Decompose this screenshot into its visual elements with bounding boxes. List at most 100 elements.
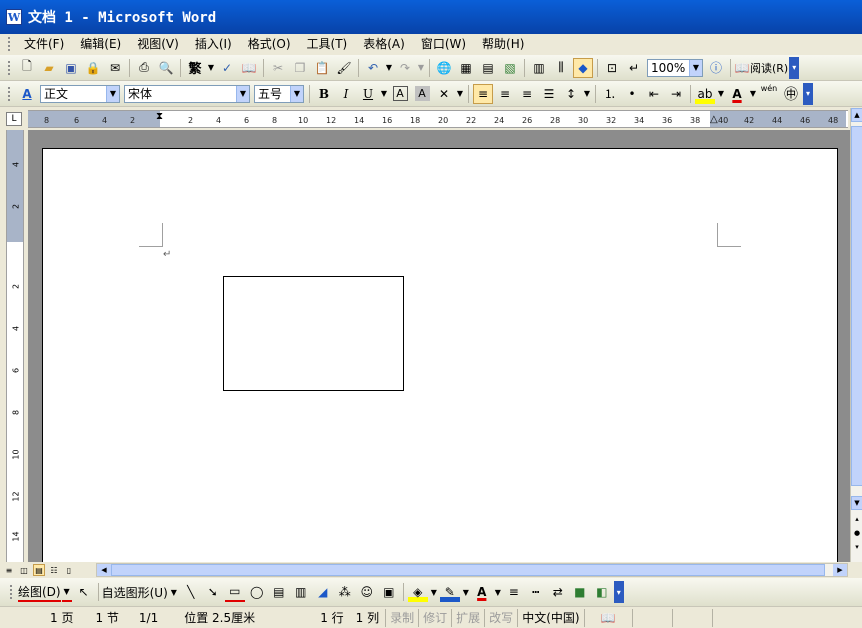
word-doc-icon[interactable]: W (6, 9, 22, 25)
char-scale-icon[interactable]: ✕ (434, 84, 454, 104)
insert-excel-icon[interactable]: ▧ (500, 58, 520, 78)
scroll-up-icon[interactable]: ▲ (851, 108, 862, 122)
decrease-indent-icon[interactable]: ⇤ (644, 84, 664, 104)
chevron-down-icon[interactable]: ▼ (583, 84, 591, 104)
chevron-down-icon[interactable]: ▼ (290, 85, 303, 102)
autoshapes-menu-button[interactable]: 自选图形(U) (102, 584, 168, 601)
indent-marker-icon[interactable]: ⧗ (156, 111, 163, 122)
columns-icon[interactable]: ▥ (529, 58, 549, 78)
line-icon[interactable]: ╲ (181, 582, 201, 602)
show-hide-marks-icon[interactable]: ↵ (624, 58, 644, 78)
normal-view-icon[interactable]: ≡ (3, 564, 15, 576)
insert-picture-icon[interactable]: ▣ (379, 582, 399, 602)
rectangle-shape[interactable] (223, 276, 404, 391)
draw-menu-button[interactable]: 绘图(D) (18, 583, 61, 602)
status-rec[interactable]: 录制 (385, 608, 418, 627)
new-document-icon[interactable]: 🗋 (17, 58, 37, 78)
font-color-drawing-button[interactable]: A (472, 582, 492, 602)
grip-handle[interactable] (8, 86, 12, 101)
reading-view-icon[interactable]: ▯ (63, 564, 75, 576)
save-icon[interactable]: ▣ (61, 58, 81, 78)
font-select[interactable]: 宋体 ▼ (124, 84, 250, 103)
trad-chinese-button[interactable]: 繁 (185, 58, 205, 78)
vertical-text-box-icon[interactable]: ▥ (291, 582, 311, 602)
line-style-icon[interactable]: ≡ (504, 582, 524, 602)
font-size-select[interactable]: 五号 ▼ (254, 84, 304, 103)
print-preview-icon[interactable]: 🔍 (156, 58, 176, 78)
font-color-button[interactable]: A (727, 84, 747, 104)
web-view-icon[interactable]: ◫ (18, 564, 30, 576)
horizontal-scrollbar[interactable]: ◀ ▶ (96, 563, 848, 577)
align-right-icon[interactable]: ≡ (517, 84, 537, 104)
menu-insert[interactable]: 插入(I) (187, 35, 240, 53)
rectangle-icon[interactable]: ▭ (224, 582, 245, 602)
toolbar-options-icon[interactable]: ▾ (613, 581, 624, 603)
help-icon[interactable]: ⓘ (706, 58, 726, 78)
status-trk[interactable]: 修订 (418, 608, 451, 627)
line-spacing-icon[interactable]: ↕ (561, 84, 581, 104)
menu-help[interactable]: 帮助(H) (474, 35, 532, 53)
right-indent-marker-icon[interactable]: △ (710, 114, 718, 125)
email-icon[interactable]: ✉ (105, 58, 125, 78)
diagram-icon[interactable]: ⁂ (335, 582, 355, 602)
bullets-icon[interactable]: • (622, 84, 642, 104)
toolbar-options-icon[interactable]: ▾ (803, 82, 813, 105)
scroll-thumb[interactable] (851, 126, 862, 486)
document-map-view-icon[interactable]: ⊡ (602, 58, 622, 78)
permission-icon[interactable]: 🔒 (83, 58, 103, 78)
char-shading-button[interactable]: A (412, 84, 432, 104)
italic-button[interactable]: I (336, 84, 356, 104)
insert-table-icon[interactable]: ▤ (478, 58, 498, 78)
chevron-down-icon[interactable]: ▼ (462, 582, 470, 602)
scroll-thumb[interactable] (111, 564, 825, 576)
wordart-icon[interactable]: ◢ (313, 582, 333, 602)
cut-icon[interactable]: ✂ (268, 58, 288, 78)
style-select[interactable]: 正文 ▼ (40, 84, 120, 103)
select-objects-icon[interactable]: ↖ (74, 582, 94, 602)
chevron-down-icon[interactable]: ▼ (749, 84, 757, 104)
chevron-down-icon[interactable]: ▼ (430, 582, 438, 602)
clip-art-icon[interactable]: ☺ (357, 582, 377, 602)
spelling-status-icon[interactable]: 📖 (583, 608, 632, 627)
chevron-down-icon[interactable]: ▼ (106, 85, 119, 102)
distributed-align-icon[interactable]: ☰ (539, 84, 559, 104)
grip-handle[interactable] (8, 60, 12, 75)
next-page-icon[interactable]: ▾ (851, 540, 862, 554)
tables-borders-icon[interactable]: ▦ (456, 58, 476, 78)
scroll-right-icon[interactable]: ▶ (833, 564, 847, 576)
char-border-button[interactable]: A (390, 84, 410, 104)
chevron-down-icon[interactable]: ▼ (385, 58, 393, 78)
chevron-down-icon[interactable]: ▼ (236, 85, 249, 102)
vertical-scrollbar[interactable]: ▲ ▼ ▴ ● ▾ (850, 108, 862, 578)
outline-view-icon[interactable]: ☷ (48, 564, 60, 576)
highlight-icon[interactable]: ab (695, 83, 715, 104)
document-page[interactable]: ↵ (42, 148, 838, 562)
line-color-icon[interactable]: ✎ (439, 582, 460, 602)
text-box-icon[interactable]: ▤ (269, 582, 289, 602)
chevron-down-icon[interactable]: ▼ (717, 84, 725, 104)
print-layout-icon[interactable]: ▤ (33, 564, 45, 576)
bold-button[interactable]: B (314, 84, 334, 104)
shadow-style-icon[interactable]: ■ (570, 582, 590, 602)
toolbar-options-icon[interactable]: ▾ (789, 56, 800, 79)
numbering-icon[interactable]: ⒈ (600, 84, 620, 104)
chevron-down-icon[interactable]: ▼ (61, 582, 72, 602)
read-icon[interactable]: 📖 (735, 58, 750, 78)
read-button-label[interactable]: 阅读(R) (750, 60, 788, 76)
copy-icon[interactable]: ❐ (290, 58, 310, 78)
zoom-select[interactable]: 100% ▼ (647, 58, 703, 77)
menu-window[interactable]: 窗口(W) (413, 35, 474, 53)
open-folder-icon[interactable]: ▰ (39, 58, 59, 78)
paste-icon[interactable]: 📋 (312, 58, 332, 78)
undo-icon[interactable]: ↶ (363, 58, 383, 78)
align-center-icon[interactable]: ≡ (495, 84, 515, 104)
menu-edit[interactable]: 编辑(E) (72, 35, 129, 53)
chevron-down-icon[interactable]: ▼ (689, 59, 702, 76)
drawing-icon[interactable]: ⫼ (551, 58, 571, 78)
print-icon[interactable]: ⎙ (134, 58, 154, 78)
redo-icon[interactable]: ↷ (395, 58, 415, 78)
hyperlink-icon[interactable]: 🌐 (434, 58, 454, 78)
chevron-down-icon[interactable]: ▼ (456, 84, 464, 104)
styles-pane-icon[interactable]: A (17, 84, 37, 104)
menu-view[interactable]: 视图(V) (129, 35, 187, 53)
